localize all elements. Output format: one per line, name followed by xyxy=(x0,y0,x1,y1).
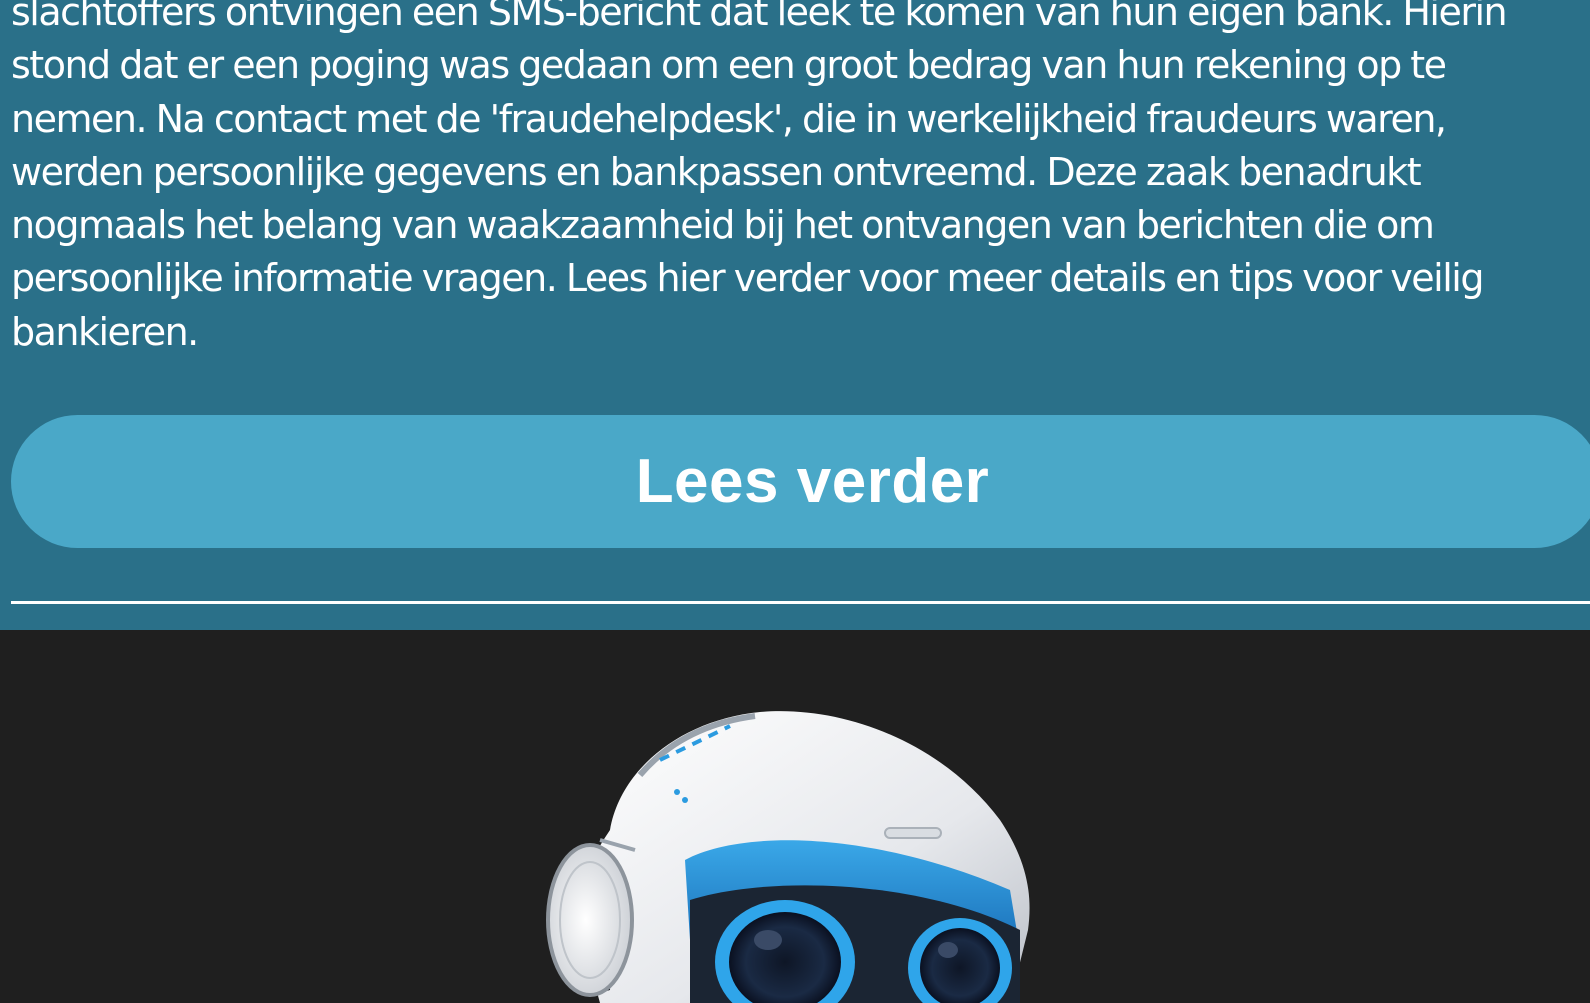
article-line: nemen. Na contact met de 'fraudehelpdesk… xyxy=(11,96,1447,141)
read-more-label: Lees verder xyxy=(635,447,990,516)
article-line: stond dat er een poging was gedaan om ee… xyxy=(11,43,1447,88)
section-divider xyxy=(11,601,1590,604)
article-line: slachtoffers ontvingen een SMS-bericht d… xyxy=(11,0,1508,34)
article-section: slachtoffers ontvingen een SMS-bericht d… xyxy=(0,0,1590,630)
read-more-button[interactable]: Lees verder xyxy=(11,415,1590,548)
article-line: bankieren. xyxy=(11,309,199,354)
robot-mascot-icon xyxy=(546,711,1030,1003)
article-line: persoonlijke informatie vragen. Lees hie… xyxy=(11,256,1484,301)
article-body-text: slachtoffers ontvingen een SMS-bericht d… xyxy=(11,0,1586,359)
article-line: werden persoonlijke gegevens en bankpass… xyxy=(11,149,1422,194)
article-line: nogmaals het belang van waakzaamheid bij… xyxy=(11,203,1435,248)
